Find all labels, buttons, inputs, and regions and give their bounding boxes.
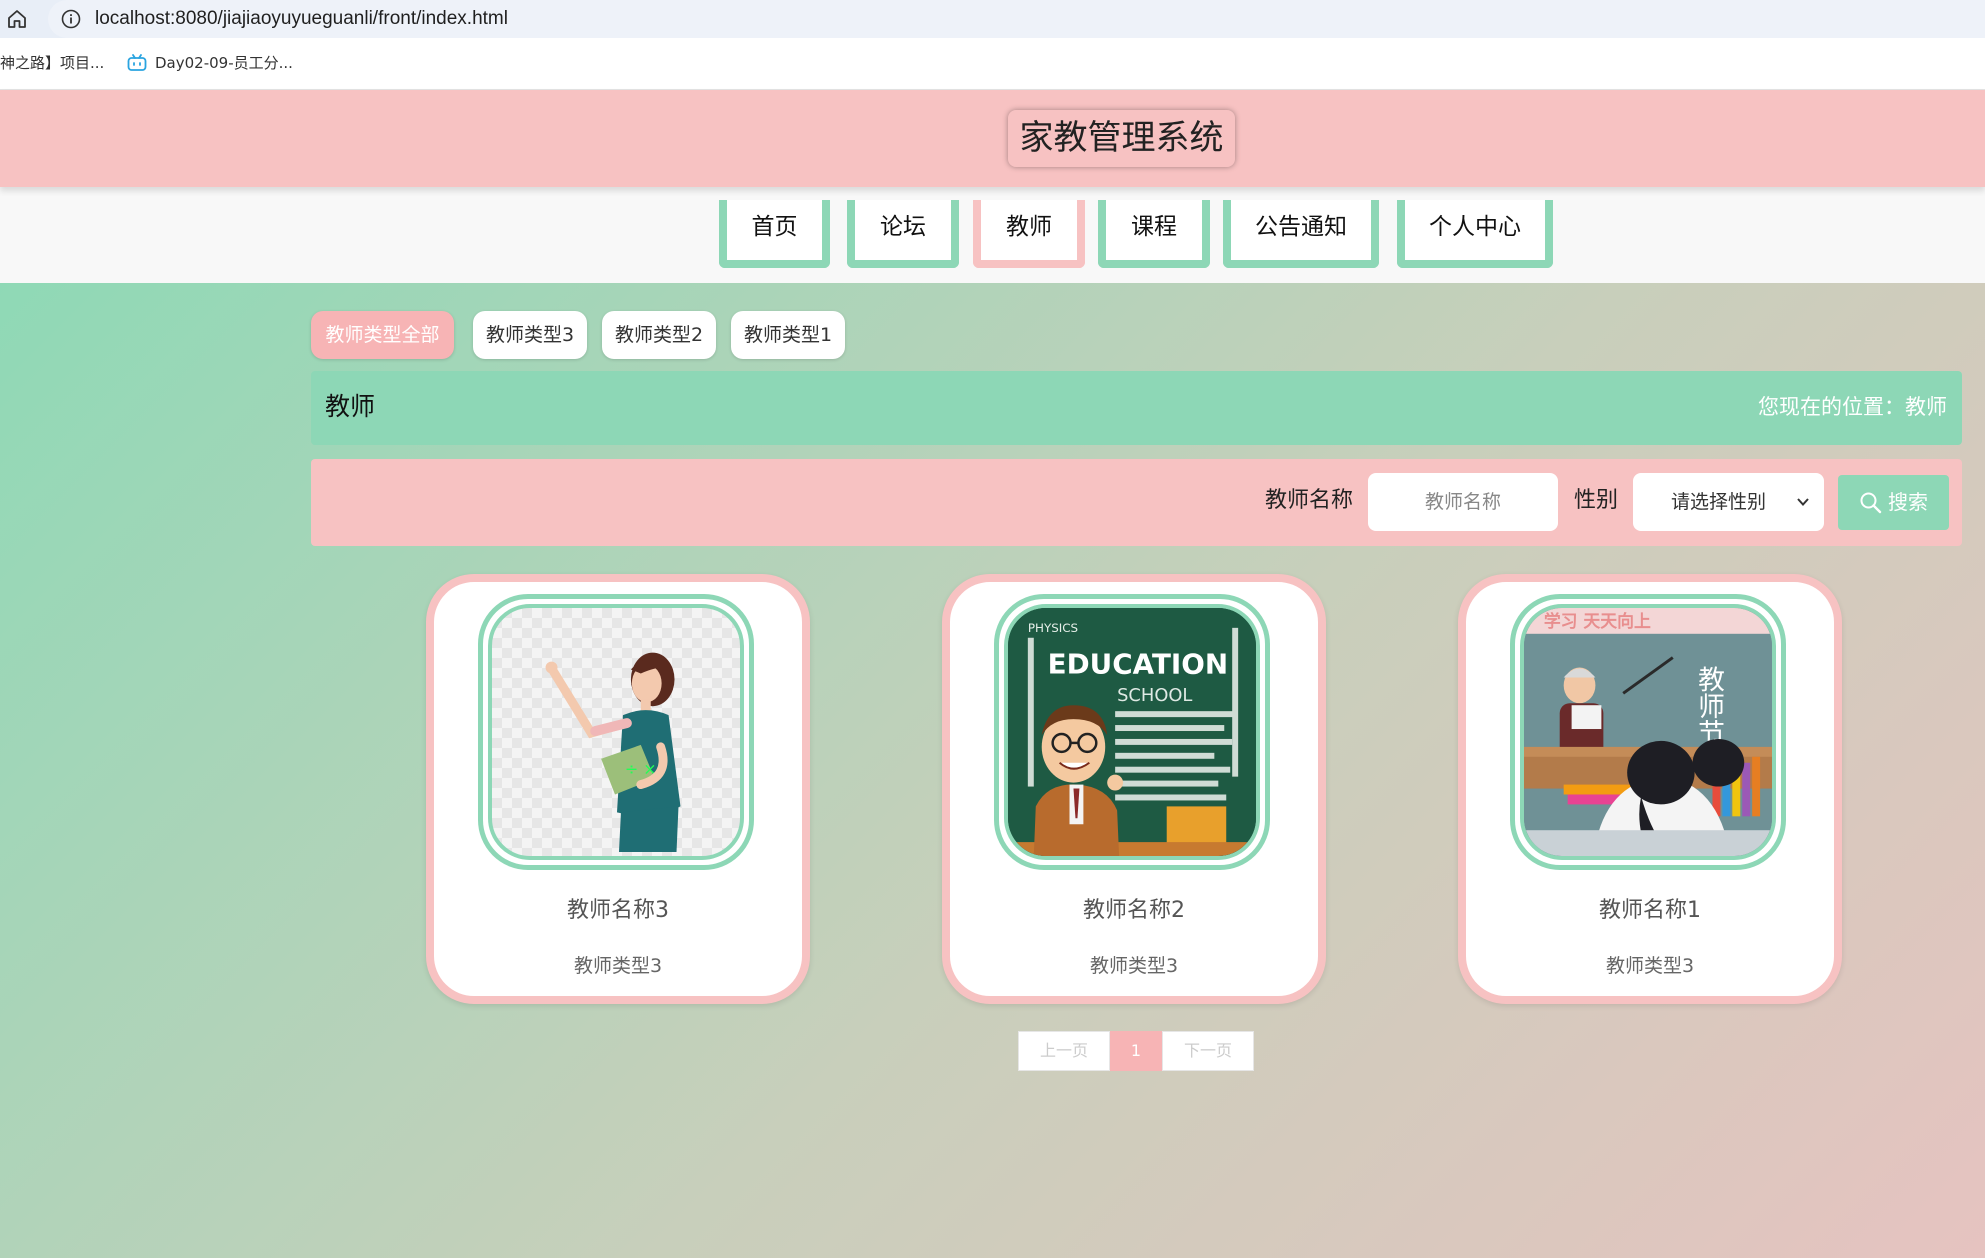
next-page-button[interactable]: 下一页 <box>1162 1031 1254 1071</box>
home-icon[interactable] <box>5 7 29 31</box>
bilibili-tv-icon <box>127 54 147 71</box>
page-title: 家教管理系统 <box>1008 110 1235 167</box>
teacher-photo: ÷ × <box>488 604 744 860</box>
bookmark-item[interactable]: Day02-09-员工分... <box>127 53 293 73</box>
nav-item-teacher[interactable]: 教师 <box>973 200 1085 268</box>
main-content: 教师类型全部 教师类型3 教师类型2 教师类型1 教师 您现在的位置：教师 教师… <box>0 283 1985 1258</box>
image-text-teacher-day: 教师节 <box>1693 665 1724 746</box>
type-tab-2[interactable]: 教师类型2 <box>602 311 716 359</box>
teacher-day-text: 教师节 <box>1693 665 1724 746</box>
gender-label: 性别 <box>1574 488 1619 513</box>
nav-item-home[interactable]: 首页 <box>719 200 830 268</box>
breadcrumb: 教师 您现在的位置：教师 <box>311 371 1962 445</box>
classroom-illustration: 学习 天天向上 教师节 <box>1524 608 1772 856</box>
teacher-type: 教师类型3 <box>573 955 663 977</box>
type-tab-all[interactable]: 教师类型全部 <box>311 311 454 359</box>
education-board-illustration: PHYSICS EDUCATION SCHOOL <box>1008 608 1256 856</box>
site-info-icon[interactable] <box>60 8 82 30</box>
page-number-current[interactable]: 1 <box>1110 1031 1162 1071</box>
search-icon <box>1860 492 1882 514</box>
teacher-card[interactable]: 学习 天天向上 教师节 教师名称1 教师类型3 <box>1458 574 1842 1004</box>
teacher-name: 教师名称2 <box>1083 898 1185 923</box>
main-nav: 首页 论坛 教师 课程 公告通知 个人中心 <box>0 187 1985 283</box>
nav-item-notice[interactable]: 公告通知 <box>1223 200 1379 268</box>
gender-select[interactable]: 请选择性别 <box>1633 473 1824 531</box>
female-teacher-illustration: ÷ × <box>545 652 681 853</box>
type-tab-1[interactable]: 教师类型1 <box>731 311 845 359</box>
nav-item-course[interactable]: 课程 <box>1098 200 1210 268</box>
image-text-school: SCHOOL <box>1117 685 1192 706</box>
bookmarks-bar: 神之路】项目... Day02-09-员工分... <box>0 38 1985 90</box>
teacher-photo: PHYSICS EDUCATION SCHOOL <box>1004 604 1260 860</box>
teacher-photo-frame: PHYSICS EDUCATION SCHOOL <box>994 594 1270 870</box>
prev-page-button[interactable]: 上一页 <box>1018 1031 1110 1071</box>
image-text-education: EDUCATION <box>1048 647 1228 680</box>
url-text: localhost:8080/jiajiaoyuyueguanli/front/… <box>95 8 508 29</box>
search-bar: 教师名称 性别 请选择性别 搜索 <box>311 459 1962 546</box>
location-text: 您现在的位置：教师 <box>1758 395 1947 419</box>
teacher-card[interactable]: ÷ × 教师名称3 教师类型3 <box>426 574 810 1004</box>
teacher-name: 教师名称1 <box>1599 898 1701 923</box>
gender-select-value: 请选择性别 <box>1671 491 1767 513</box>
pagination: 上一页 1 下一页 <box>1018 1031 1254 1071</box>
teacher-name-label: 教师名称 <box>1265 488 1354 513</box>
teacher-name: 教师名称3 <box>567 898 669 923</box>
image-text-banner: 学习 天天向上 <box>1544 611 1651 631</box>
teacher-photo-frame: 学习 天天向上 教师节 <box>1510 594 1786 870</box>
browser-address-bar: localhost:8080/jiajiaoyuyueguanli/front/… <box>0 0 1985 38</box>
bookmark-label: Day02-09-员工分... <box>155 54 293 72</box>
bookmark-item[interactable]: 神之路】项目... <box>0 53 104 73</box>
type-tab-3[interactable]: 教师类型3 <box>473 311 587 359</box>
teacher-type: 教师类型3 <box>1605 955 1695 977</box>
section-title: 教师 <box>325 392 376 421</box>
teacher-name-input[interactable] <box>1368 473 1558 531</box>
search-button[interactable]: 搜索 <box>1838 475 1949 530</box>
image-text-physics: PHYSICS <box>1028 621 1078 635</box>
nav-item-forum[interactable]: 论坛 <box>847 200 959 268</box>
app-header: 家教管理系统 <box>0 90 1985 187</box>
chevron-down-icon <box>1797 498 1809 506</box>
teacher-photo: 学习 天天向上 教师节 <box>1520 604 1776 860</box>
nav-item-profile[interactable]: 个人中心 <box>1397 200 1553 268</box>
teacher-type: 教师类型3 <box>1089 955 1179 977</box>
teacher-card[interactable]: PHYSICS EDUCATION SCHOOL 教师名称2 教师类型3 <box>942 574 1326 1004</box>
teacher-photo-frame: ÷ × <box>478 594 754 870</box>
search-button-label: 搜索 <box>1888 490 1928 514</box>
